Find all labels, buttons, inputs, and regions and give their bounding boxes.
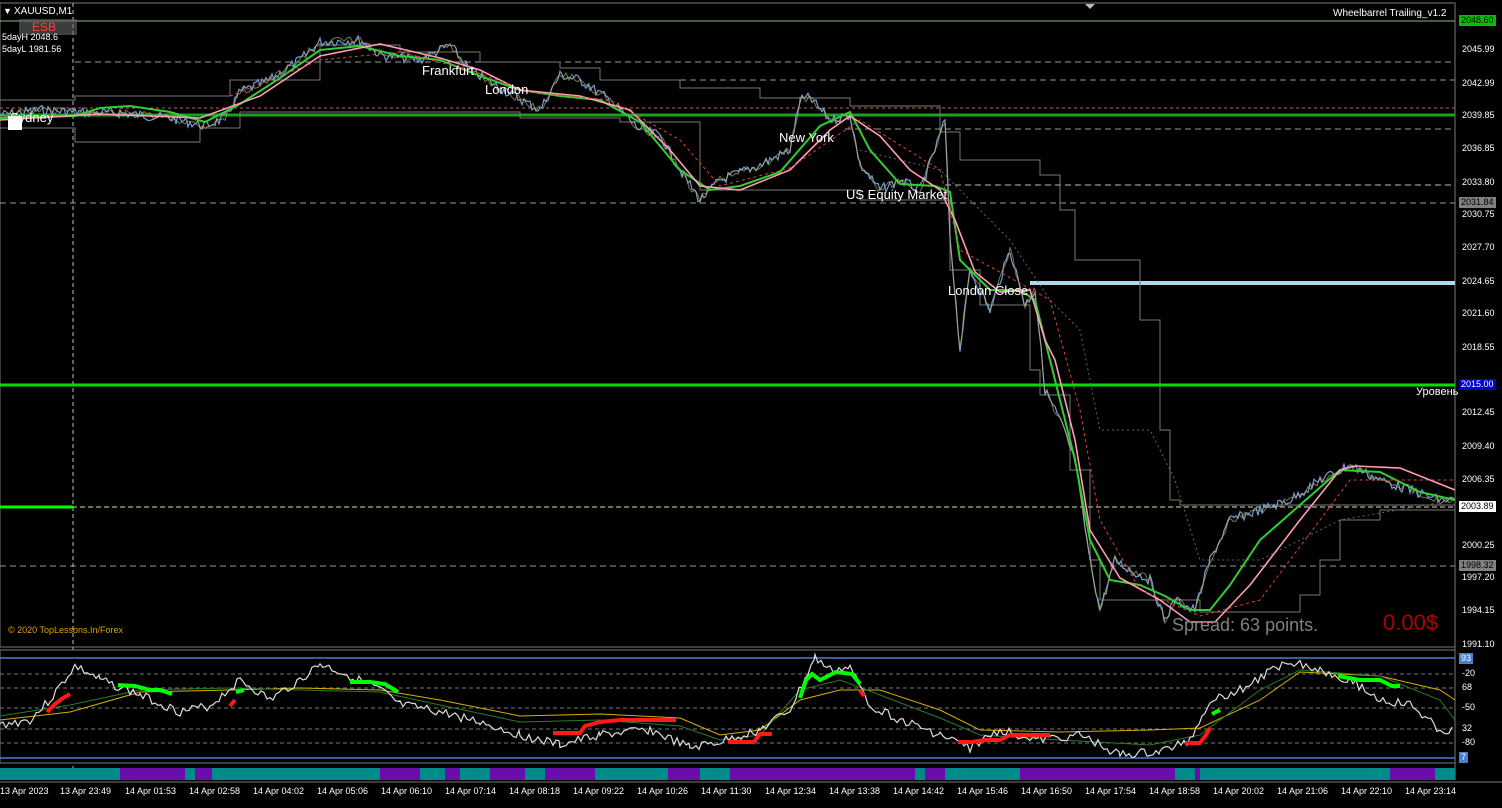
strip-segment <box>668 768 700 780</box>
strip-segment <box>1020 768 1175 780</box>
time-tick-label: 13 Apr 2023 <box>0 786 49 796</box>
time-tick-label: 14 Apr 07:14 <box>445 786 497 796</box>
strip-segment <box>915 768 925 780</box>
price-tick-label: 2039.85 <box>1462 110 1495 120</box>
price-tick-label: 2030.75 <box>1462 209 1495 219</box>
session-label-sydney: Sydney <box>10 110 54 125</box>
osc-bull-segment <box>235 688 245 694</box>
session-color-strip <box>0 768 1455 780</box>
price-tag-resistance: 2031.84 <box>1459 197 1496 208</box>
osc-tick-label: -20 <box>1462 668 1476 678</box>
symbol-label: XAUUSD,M1 <box>14 6 73 17</box>
copyright-label: © 2020 TopLessons.In/Forex <box>8 625 124 635</box>
five-day-low-label: 5dayL 1981.56 <box>2 44 62 54</box>
time-tick-label: 14 Apr 21:06 <box>1277 786 1329 796</box>
time-tick-label: 14 Apr 17:54 <box>1085 786 1137 796</box>
time-tick-label: 14 Apr 09:22 <box>573 786 625 796</box>
price-tick-label: 1994.15 <box>1462 605 1495 615</box>
time-tick-label: 14 Apr 08:18 <box>509 786 561 796</box>
price-tick-label: 2009.40 <box>1462 441 1495 451</box>
price-tick-label: 2027.70 <box>1462 242 1495 252</box>
chart-canvas[interactable] <box>0 0 1502 808</box>
spread-label: Spread: 63 points. <box>1172 615 1319 635</box>
price-tick-label: 2036.85 <box>1462 143 1495 153</box>
time-tick-label: 14 Apr 05:06 <box>317 786 369 796</box>
strip-segment <box>1390 768 1435 780</box>
time-tick-label: 14 Apr 22:10 <box>1341 786 1393 796</box>
price-tick-label: 2006.35 <box>1462 474 1495 484</box>
time-tick-label: 14 Apr 02:58 <box>189 786 241 796</box>
time-tick-label: 14 Apr 01:53 <box>125 786 177 796</box>
time-tick-label: 13 Apr 23:49 <box>60 786 112 796</box>
time-tick-label: 14 Apr 10:26 <box>637 786 689 796</box>
oscillator-panel <box>0 649 1456 764</box>
price-tag-top: 2048.60 <box>1459 15 1496 26</box>
price-tag-bid: 2003.89 <box>1459 501 1496 512</box>
time-tick-label: 14 Apr 20:02 <box>1213 786 1265 796</box>
osc-tick-label: 68 <box>1462 682 1473 692</box>
strip-segment <box>120 768 185 780</box>
price-tick-label: 1991.10 <box>1462 639 1495 649</box>
osc-tag-bottom: 7 <box>1459 752 1469 763</box>
price-tick-label: 2012.45 <box>1462 407 1495 417</box>
strip-segment <box>945 768 1020 780</box>
strip-segment <box>73 768 120 780</box>
price-tick-label: 1997.20 <box>1462 572 1495 582</box>
session-label-london: London <box>485 82 529 97</box>
strip-segment <box>185 768 195 780</box>
osc-tick-label: 32 <box>1462 723 1473 733</box>
time-tick-label: 14 Apr 04:02 <box>253 786 305 796</box>
price-tag-level: 2015.00 <box>1459 379 1496 390</box>
strip-segment <box>700 768 730 780</box>
level-label: Уровень <box>1416 386 1459 398</box>
time-tick-label: 14 Apr 15:46 <box>957 786 1009 796</box>
time-tick-label: 14 Apr 13:38 <box>829 786 881 796</box>
time-tick-label: 14 Apr 12:34 <box>765 786 817 796</box>
strip-segment <box>420 768 445 780</box>
strip-segment <box>595 768 668 780</box>
session-label-frankfurt: Frankfurt <box>422 63 475 78</box>
time-tick-label: 14 Apr 23:14 <box>1405 786 1457 796</box>
osc-tick-label: -80 <box>1462 737 1476 747</box>
price-tick-label: 2045.99 <box>1462 44 1495 54</box>
price-tick-label: 2042.99 <box>1462 78 1495 88</box>
strip-segment <box>460 768 490 780</box>
indicator-title: Wheelbarrel Trailing_v1.2 <box>1333 8 1447 19</box>
session-label-london-close: London Close <box>948 283 1029 298</box>
profit-label: 0.00$ <box>1383 610 1439 635</box>
time-tick-label: 14 Apr 16:50 <box>1021 786 1073 796</box>
strip-segment <box>925 768 945 780</box>
strip-segment <box>1195 768 1200 780</box>
strip-segment <box>730 768 915 780</box>
strip-segment <box>1175 768 1195 780</box>
strip-segment <box>525 768 545 780</box>
osc-tag-top: 93 <box>1459 653 1474 664</box>
time-tick-label: 14 Apr 14:42 <box>893 786 945 796</box>
session-label-new-york: New York <box>779 130 834 145</box>
price-tick-label: 2018.55 <box>1462 342 1495 352</box>
price-tick-label: 2024.65 <box>1462 276 1495 286</box>
price-tag-low: 1998.32 <box>1459 560 1496 571</box>
time-tick-label: 14 Apr 18:58 <box>1149 786 1201 796</box>
session-label-us-equity: US Equity Market <box>846 187 948 202</box>
osc-tick-label: -50 <box>1462 702 1476 712</box>
strip-segment <box>212 768 380 780</box>
strip-segment <box>380 768 420 780</box>
five-day-high-label: 5dayH 2048.6 <box>2 32 59 42</box>
price-tick-label: 2000.25 <box>1462 540 1495 550</box>
strip-segment <box>1435 768 1455 780</box>
strip-segment <box>445 768 460 780</box>
time-tick-label: 14 Apr 06:10 <box>381 786 433 796</box>
main-chart-frame <box>0 2 1456 648</box>
price-tick-label: 2033.80 <box>1462 177 1495 187</box>
time-tick-label: 14 Apr 11:30 <box>701 786 752 796</box>
strip-segment <box>0 768 73 780</box>
symbol-menu-icon[interactable]: ▼ <box>3 6 12 16</box>
strip-segment <box>490 768 525 780</box>
price-tick-label: 2021.60 <box>1462 308 1495 318</box>
strip-segment <box>1200 768 1390 780</box>
strip-segment <box>195 768 212 780</box>
strip-segment <box>545 768 595 780</box>
